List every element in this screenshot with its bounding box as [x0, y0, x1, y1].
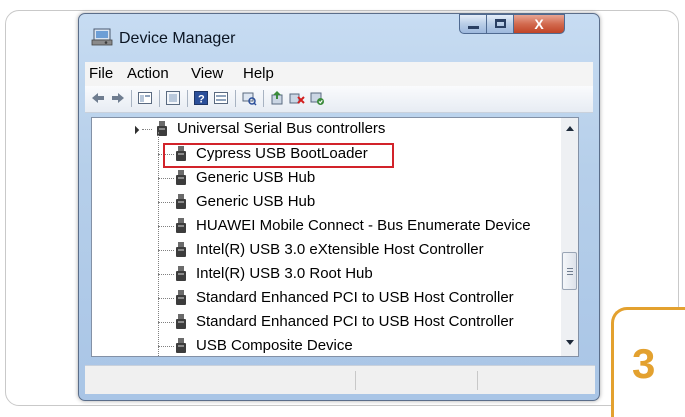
tree-category-row[interactable]: Universal Serial Bus controllers — [92, 118, 562, 140]
device-row[interactable]: Generic USB Hub — [92, 191, 562, 213]
toolbar-separator — [187, 90, 188, 107]
device-tree[interactable]: Universal Serial Bus controllers Cypress… — [91, 117, 573, 357]
back-icon[interactable] — [90, 90, 106, 106]
menu-view[interactable]: View — [191, 65, 223, 82]
toolbar-separator — [235, 90, 236, 107]
tree-connector — [158, 322, 174, 323]
device-label: Standard Enhanced PCI to USB Host Contro… — [196, 289, 514, 306]
device-row[interactable]: Standard Enhanced PCI to USB Host Contro… — [92, 287, 562, 309]
tree-connector — [142, 129, 152, 130]
menu-action[interactable]: Action — [127, 65, 169, 82]
highlight-box — [163, 143, 394, 168]
tree-connector — [158, 250, 174, 251]
usb-device-icon — [176, 218, 186, 233]
grip-line — [567, 271, 573, 272]
toolbar-separator — [159, 90, 160, 107]
forward-icon[interactable] — [110, 90, 126, 106]
scroll-up-icon[interactable] — [566, 126, 574, 131]
tree-connector — [158, 346, 174, 347]
vertical-scrollbar[interactable] — [561, 117, 579, 357]
scrollbar-thumb[interactable] — [562, 252, 577, 290]
tree-connector — [158, 178, 174, 179]
step-number-badge: 3 — [611, 307, 685, 417]
device-label: Standard Enhanced PCI to USB Host Contro… — [196, 313, 514, 330]
details-pane-icon[interactable] — [213, 90, 229, 106]
device-manager-icon — [91, 28, 113, 46]
device-manager-window: Device Manager X File Action View Help ?… — [78, 13, 600, 401]
device-label: Intel(R) USB 3.0 Root Hub — [196, 265, 373, 282]
show-hide-console-icon[interactable] — [165, 90, 181, 106]
device-row[interactable]: HUAWEI Mobile Connect - Bus Enumerate De… — [92, 215, 562, 237]
toolbar-separator — [263, 90, 264, 107]
help-icon[interactable]: ? — [193, 90, 209, 106]
maximize-icon — [495, 19, 506, 28]
menu-bar: File Action View Help — [85, 62, 593, 86]
device-label: HUAWEI Mobile Connect - Bus Enumerate De… — [196, 217, 531, 234]
menu-file[interactable]: File — [89, 65, 113, 82]
tree-connector — [158, 298, 174, 299]
window-title: Device Manager — [119, 30, 236, 47]
tree-category-label: Universal Serial Bus controllers — [177, 120, 386, 137]
device-row[interactable]: Generic USB Hub — [92, 167, 562, 189]
usb-device-icon — [176, 170, 186, 185]
usb-device-icon — [176, 266, 186, 281]
usb-device-icon — [176, 194, 186, 209]
step-number: 3 — [632, 340, 656, 387]
device-label: Generic USB Hub — [196, 169, 316, 186]
usb-device-icon — [176, 338, 186, 353]
device-label: USB Composite Device — [196, 337, 353, 354]
svg-text:?: ? — [198, 94, 205, 106]
enable-device-icon[interactable] — [309, 90, 325, 106]
expand-arrow-icon[interactable] — [130, 125, 140, 135]
close-button[interactable]: X — [513, 14, 565, 34]
toolbar: ? — [85, 86, 593, 113]
device-row[interactable]: Intel(R) USB 3.0 eXtensible Host Control… — [92, 239, 562, 261]
tree-connector — [158, 274, 174, 275]
minimize-button[interactable] — [459, 14, 487, 34]
device-row[interactable]: Standard Enhanced PCI to USB Host Contro… — [92, 311, 562, 333]
properties-view-icon[interactable] — [137, 90, 153, 106]
maximize-button[interactable] — [486, 14, 514, 34]
tree-connector — [158, 202, 174, 203]
title-bar[interactable]: Device Manager X — [79, 14, 599, 56]
status-separator — [477, 371, 478, 390]
device-row[interactable]: Intel(R) USB 3.0 Root Hub — [92, 263, 562, 285]
usb-device-icon — [176, 290, 186, 305]
status-bar — [85, 365, 595, 394]
minimize-icon — [468, 26, 479, 29]
device-row[interactable]: USB Composite Device — [92, 335, 562, 356]
toolbar-separator — [131, 90, 132, 107]
grip-line — [567, 274, 573, 275]
device-label: Generic USB Hub — [196, 193, 316, 210]
usb-device-icon — [176, 314, 186, 329]
scroll-down-icon[interactable] — [566, 340, 574, 345]
grip-line — [567, 268, 573, 269]
tree-connector — [158, 226, 174, 227]
usb-device-icon — [176, 242, 186, 257]
device-label: Intel(R) USB 3.0 eXtensible Host Control… — [196, 241, 484, 258]
update-driver-icon[interactable] — [269, 90, 285, 106]
menu-help[interactable]: Help — [243, 65, 274, 82]
scan-hardware-icon[interactable] — [241, 90, 257, 106]
status-separator — [355, 371, 356, 390]
uninstall-icon[interactable] — [289, 90, 305, 106]
